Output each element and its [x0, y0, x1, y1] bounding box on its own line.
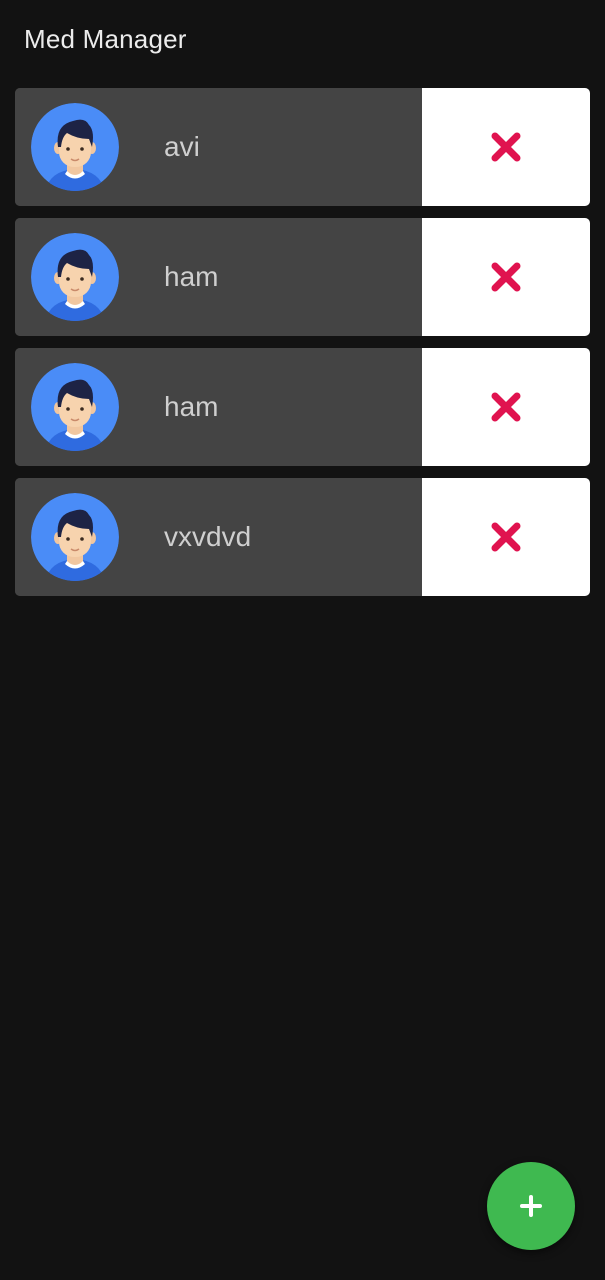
patient-name: ham [164, 391, 219, 422]
list-item: ham [15, 348, 590, 466]
person-avatar-icon [31, 363, 119, 451]
delete-button[interactable] [422, 348, 590, 466]
app-title: Med Manager [24, 24, 187, 54]
list-item-content[interactable]: ham [15, 348, 422, 466]
patient-name: vxvdvd [164, 521, 252, 552]
delete-x-icon [491, 132, 521, 162]
patient-name: avi [164, 131, 200, 162]
plus-icon [520, 1195, 542, 1217]
app-screen: Med Manager avi ham ham vxvdvd [0, 0, 605, 1280]
person-avatar-icon [31, 233, 119, 321]
delete-x-icon [491, 392, 521, 422]
delete-x-icon [491, 262, 521, 292]
list-item-content[interactable]: vxvdvd [15, 478, 422, 596]
patient-name: ham [164, 261, 219, 292]
add-patient-button[interactable] [487, 1162, 575, 1250]
delete-button[interactable] [422, 88, 590, 206]
patient-list: avi ham ham vxvdvd [15, 88, 590, 608]
list-item: vxvdvd [15, 478, 590, 596]
list-item: ham [15, 218, 590, 336]
person-avatar-icon [31, 103, 119, 191]
delete-button[interactable] [422, 218, 590, 336]
delete-x-icon [491, 522, 521, 552]
person-avatar-icon [31, 493, 119, 581]
list-item-content[interactable]: avi [15, 88, 422, 206]
list-item: avi [15, 88, 590, 206]
delete-button[interactable] [422, 478, 590, 596]
list-item-content[interactable]: ham [15, 218, 422, 336]
